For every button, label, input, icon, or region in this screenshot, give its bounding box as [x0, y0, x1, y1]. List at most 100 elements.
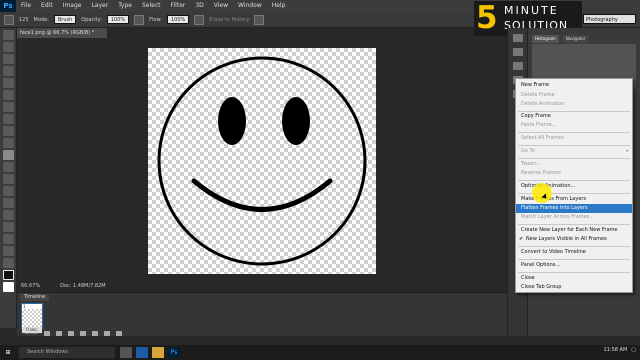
menu-select[interactable]: Select: [137, 0, 166, 12]
menu-type[interactable]: Type: [113, 0, 137, 12]
canvas[interactable]: [148, 48, 376, 274]
document-tab[interactable]: face1.png @ 66.7% (RGB/8) *: [17, 28, 107, 38]
opacity-field[interactable]: 100%: [106, 15, 130, 24]
status-bar: 66.67% Doc: 1.48M/7.82M: [17, 282, 217, 291]
actions-panel-icon[interactable]: [513, 62, 523, 70]
loop-select[interactable]: Once: [25, 330, 38, 336]
previous-frame-icon[interactable]: [55, 330, 62, 336]
menu-copy-frame[interactable]: Copy Frame: [516, 112, 632, 121]
properties-panel-icon[interactable]: [513, 48, 523, 56]
menu-3d[interactable]: 3D: [190, 0, 208, 12]
menu-flatten-frames-into-layers[interactable]: Flatten Frames Into Layers: [516, 204, 632, 213]
airbrush-icon[interactable]: [194, 14, 205, 25]
healing-tool-icon[interactable]: [3, 102, 14, 112]
erase-to-history-checkbox[interactable]: Erase to History: [209, 17, 249, 23]
notification-icon[interactable]: ▢: [631, 347, 636, 353]
zoom-tool-icon[interactable]: [3, 258, 14, 268]
timeline-panel: Timeline 1 0 sec. Once: [17, 292, 507, 336]
menu-close[interactable]: Close: [516, 274, 632, 283]
foreground-color-swatch[interactable]: [3, 270, 14, 280]
mode-select[interactable]: Brush: [53, 15, 77, 24]
blur-tool-icon[interactable]: [3, 174, 14, 184]
menu-tween[interactable]: Tween...: [516, 160, 632, 169]
smiley-face-image: [157, 56, 367, 266]
menu-delete-frame[interactable]: Delete Frame: [516, 91, 632, 100]
zoom-level[interactable]: 66.67%: [21, 282, 40, 291]
menu-help[interactable]: Help: [267, 0, 291, 12]
flow-label: Flow:: [149, 16, 162, 23]
move-tool-icon[interactable]: [3, 30, 14, 40]
photoshop-logo: Ps: [0, 0, 16, 12]
quick-select-tool-icon[interactable]: [3, 66, 14, 76]
menu-file[interactable]: File: [16, 0, 36, 12]
pressure-size-icon[interactable]: [254, 14, 265, 25]
menu-reverse-frames[interactable]: Reverse Frames: [516, 169, 632, 178]
pressure-opacity-icon[interactable]: [134, 14, 145, 25]
menu-view[interactable]: View: [209, 0, 233, 12]
menu-panel-options[interactable]: Panel Options...: [516, 261, 632, 270]
menu-go-to[interactable]: Go To ▸: [516, 147, 632, 156]
cursor-highlight: [532, 183, 552, 203]
menu-create-new-layer-each-frame[interactable]: Create New Layer for Each New Frame: [516, 226, 632, 235]
delete-frame-icon[interactable]: [115, 330, 122, 336]
file-explorer-icon[interactable]: [152, 347, 164, 358]
taskbar-search[interactable]: Search Windows: [19, 347, 115, 358]
menu-new-layers-visible[interactable]: ✔ New Layers Visible in All Frames: [516, 235, 632, 244]
menu-new-frame[interactable]: New Frame: [516, 81, 632, 90]
shape-tool-icon[interactable]: [3, 234, 14, 244]
menu-delete-animation[interactable]: Delete Animation: [516, 100, 632, 109]
tab-navigator[interactable]: Navigator: [562, 35, 589, 43]
next-frame-icon[interactable]: [79, 330, 86, 336]
edge-browser-icon[interactable]: [136, 347, 148, 358]
timeline-tab[interactable]: Timeline: [20, 294, 50, 301]
windows-taskbar: ⊞ Search Windows Ps 11:58 AM ▢: [0, 345, 640, 360]
menu-image[interactable]: Image: [58, 0, 87, 12]
menu-paste-frame[interactable]: Paste Frame...: [516, 121, 632, 130]
timeline-panel-menu: New Frame Delete Frame Delete Animation …: [515, 78, 633, 293]
brush-tool-icon[interactable]: [3, 114, 14, 124]
eraser-tool-icon[interactable]: [4, 14, 14, 25]
menu-separator: [518, 132, 630, 133]
menu-separator: [518, 259, 630, 260]
eraser-tool-icon[interactable]: [3, 150, 14, 160]
marquee-tool-icon[interactable]: [3, 42, 14, 52]
task-view-icon[interactable]: [120, 347, 132, 358]
lasso-tool-icon[interactable]: [3, 54, 14, 64]
eyedropper-tool-icon[interactable]: [3, 90, 14, 100]
menu-match-layer-across-frames[interactable]: Match Layer Across Frames...: [516, 213, 632, 222]
stamp-tool-icon[interactable]: [3, 126, 14, 136]
gradient-tool-icon[interactable]: [3, 162, 14, 172]
play-icon[interactable]: [67, 330, 74, 336]
history-panel-icon[interactable]: [513, 34, 523, 42]
clock[interactable]: 11:58 AM: [604, 347, 628, 353]
tab-histogram[interactable]: Histogram: [532, 35, 559, 43]
path-select-tool-icon[interactable]: [3, 222, 14, 232]
menu-window[interactable]: Window: [233, 0, 267, 12]
menu-close-tab-group[interactable]: Close Tab Group: [516, 283, 632, 292]
doc-info: Doc: 1.48M/7.82M: [60, 283, 106, 289]
hand-tool-icon[interactable]: [3, 246, 14, 256]
tween-icon[interactable]: [91, 330, 98, 336]
menu-filter[interactable]: Filter: [166, 0, 191, 12]
type-tool-icon[interactable]: [3, 210, 14, 220]
menu-layer[interactable]: Layer: [86, 0, 113, 12]
background-color-swatch[interactable]: [3, 282, 14, 292]
crop-tool-icon[interactable]: [3, 78, 14, 88]
panel-tabs: Histogram Navigator: [532, 35, 589, 43]
pen-tool-icon[interactable]: [3, 198, 14, 208]
windows-start-icon[interactable]: ⊞: [2, 347, 14, 358]
workspace-select[interactable]: Photography: [583, 14, 636, 24]
dodge-tool-icon[interactable]: [3, 186, 14, 196]
history-brush-tool-icon[interactable]: [3, 138, 14, 148]
brush-size[interactable]: 125: [19, 17, 29, 23]
photoshop-taskbar-icon[interactable]: Ps: [168, 347, 180, 358]
flow-field[interactable]: 100%: [166, 15, 190, 24]
menu-new-layers-visible-label: New Layers Visible in All Frames: [526, 236, 607, 242]
menu-separator: [518, 158, 630, 159]
menu-edit[interactable]: Edit: [36, 0, 58, 12]
animation-frame[interactable]: 1 0 sec.: [21, 303, 43, 333]
first-frame-icon[interactable]: [43, 330, 50, 336]
menu-select-all-frames[interactable]: Select All Frames: [516, 134, 632, 143]
duplicate-frame-icon[interactable]: [103, 330, 110, 336]
menu-convert-to-video-timeline[interactable]: Convert to Video Timeline: [516, 248, 632, 257]
